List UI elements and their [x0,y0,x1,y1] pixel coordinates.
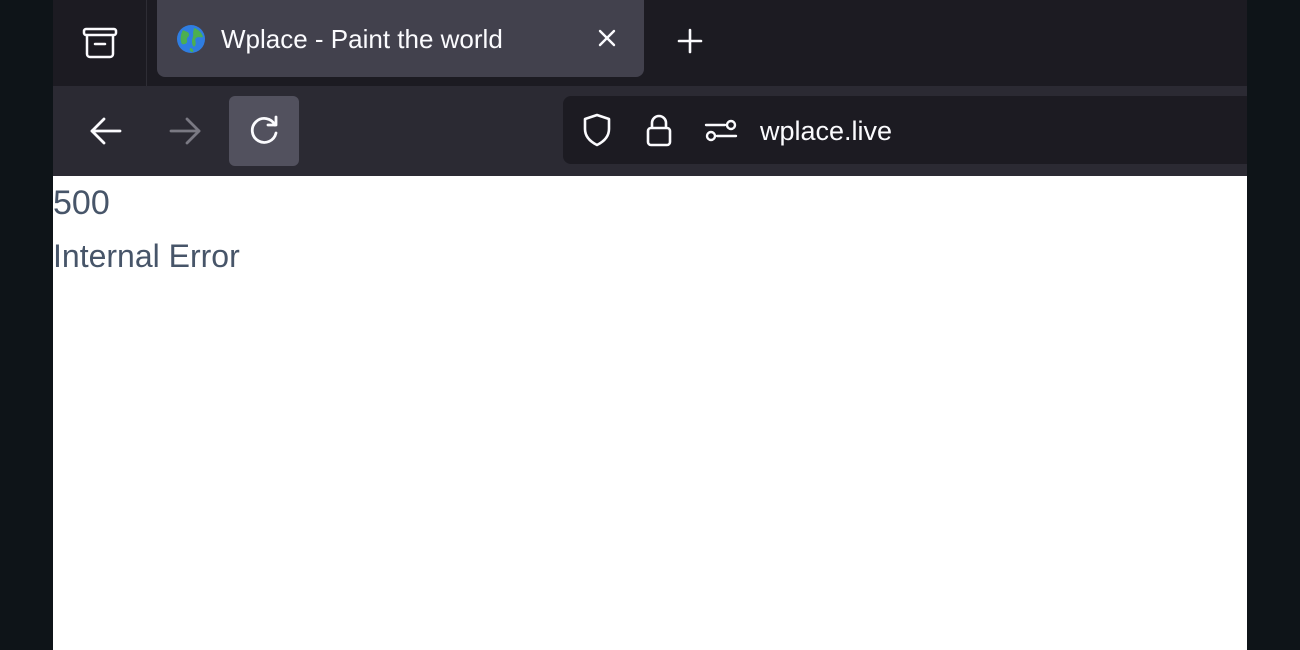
reload-button[interactable] [229,96,299,166]
back-button[interactable] [71,96,141,166]
reload-icon [250,115,278,144]
globe-icon [177,25,205,53]
shield-icon [583,113,611,147]
forward-button[interactable] [150,96,220,166]
tab-active[interactable]: Wplace - Paint the world [157,0,644,77]
arrow-left-icon [90,117,122,145]
tracking-protection-button[interactable] [579,112,615,148]
browser-window: Wplace - Paint the world wplace.live 500… [53,0,1247,650]
close-icon [598,29,616,47]
page-content: 500 Internal Error [53,176,1247,650]
site-security-button[interactable] [641,112,677,148]
tab-title: Wplace - Paint the world [221,24,503,54]
navigation-toolbar: wplace.live [53,86,1247,176]
site-permissions-button[interactable] [703,112,739,148]
screen: Wplace - Paint the world wplace.live 500… [0,0,1300,650]
error-message: Internal Error [53,238,240,274]
lock-icon [646,114,672,147]
arrow-right-icon [169,117,201,145]
address-bar[interactable]: wplace.live [563,96,1247,164]
tab-strip: Wplace - Paint the world [53,0,1247,86]
tab-list-button[interactable] [53,0,147,86]
permissions-icon [704,119,738,142]
url-text[interactable]: wplace.live [760,115,892,147]
error-code: 500 [53,184,110,222]
tab-close-button[interactable] [593,24,621,52]
tab-list-icon [82,27,117,59]
new-tab-button[interactable] [673,24,707,58]
plus-icon [677,28,703,54]
